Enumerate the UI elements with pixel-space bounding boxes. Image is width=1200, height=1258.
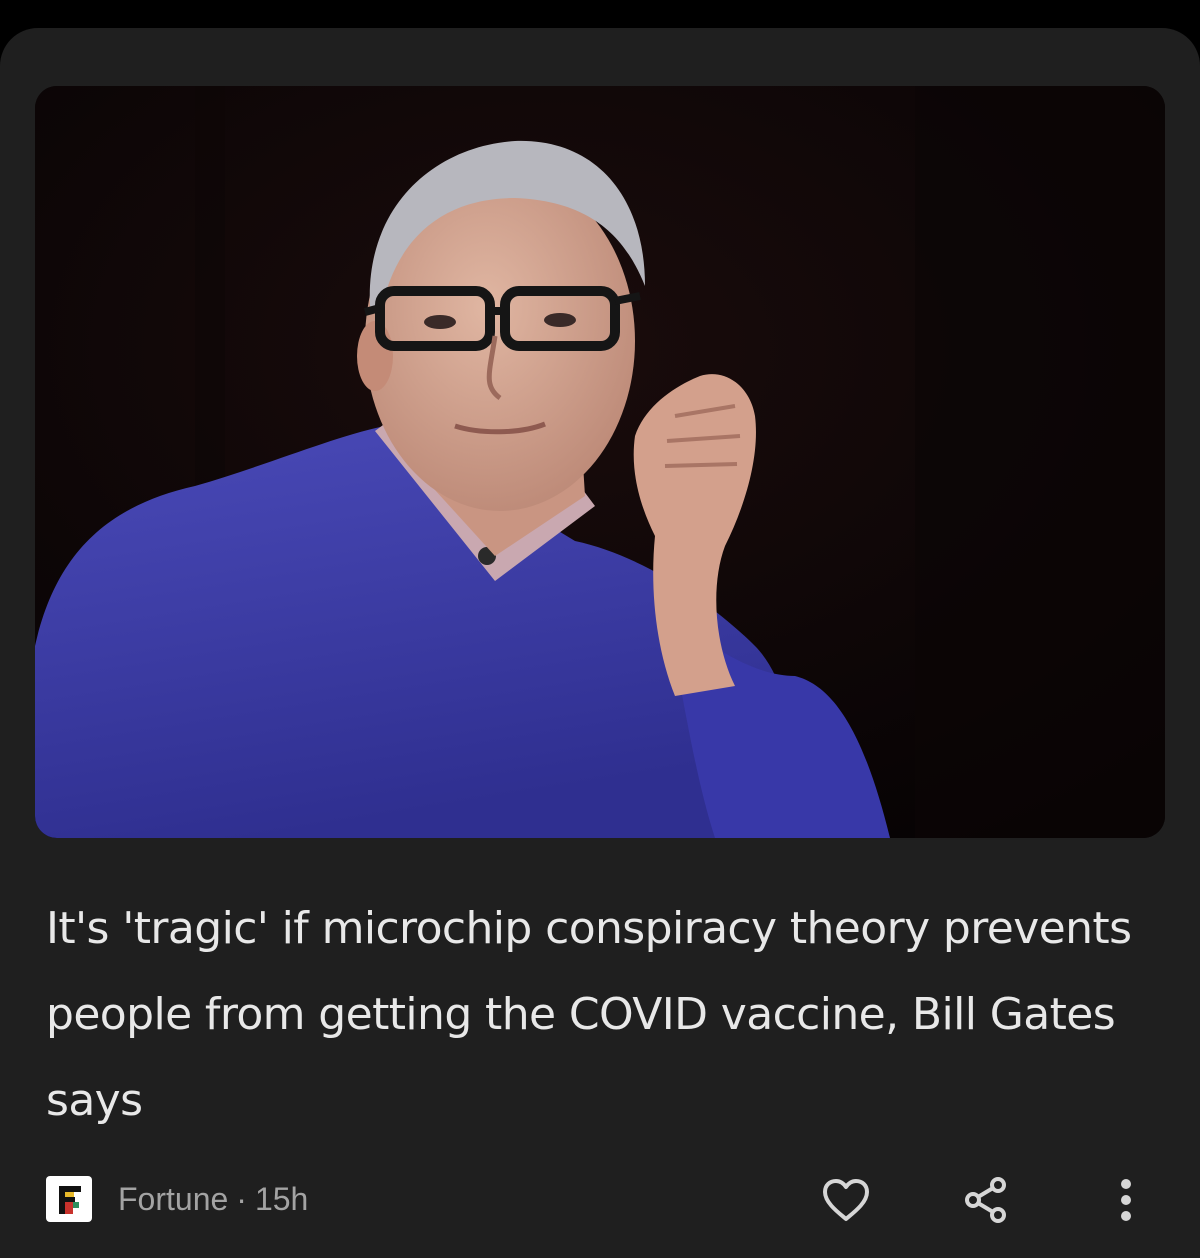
fortune-logo-icon[interactable] <box>46 1176 92 1222</box>
article-age: 15h <box>254 1180 309 1217</box>
article-meta: Fortune · 15h <box>46 1175 308 1223</box>
more-vertical-icon <box>1121 1179 1131 1221</box>
news-card[interactable]: It's 'tragic' if microchip conspiracy th… <box>0 28 1200 1258</box>
heart-icon <box>823 1179 869 1221</box>
article-headline[interactable]: It's 'tragic' if microchip conspiracy th… <box>46 886 1156 1144</box>
photo-illustration <box>35 86 1165 838</box>
source-name[interactable]: Fortune <box>118 1181 228 1218</box>
more-options-button[interactable] <box>1098 1172 1154 1228</box>
article-image[interactable] <box>35 86 1165 838</box>
share-button[interactable] <box>958 1172 1014 1228</box>
fortune-f-glyph <box>59 1186 81 1214</box>
share-icon <box>965 1177 1006 1223</box>
meta-separator: · <box>236 1180 247 1217</box>
like-button[interactable] <box>818 1172 874 1228</box>
